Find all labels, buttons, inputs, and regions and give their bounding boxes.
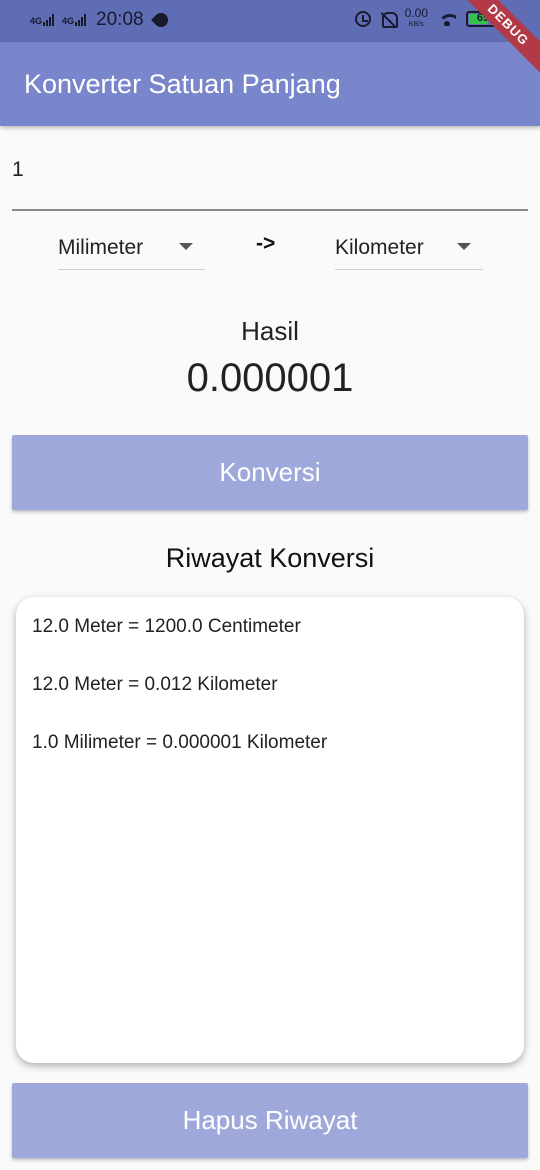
dropdown-arrow-icon	[179, 243, 193, 250]
status-bar: 4G 4G 20:08 0.00 KB/s 69	[0, 0, 540, 42]
history-item: 12.0 Meter = 0.012 Kilometer	[32, 674, 278, 695]
network-type-label: 4G	[30, 16, 43, 26]
length-input[interactable]	[12, 158, 528, 182]
dropdown-arrow-icon	[457, 243, 471, 250]
network-speed-value: 0.00	[404, 6, 428, 20]
from-unit-dropdown[interactable]: Milimeter	[58, 226, 205, 270]
app-title: Konverter Satuan Panjang	[24, 69, 341, 99]
alarm-icon	[354, 11, 371, 27]
to-unit-dropdown[interactable]: Kilometer	[335, 226, 483, 270]
app-bar: Konverter Satuan Panjang	[0, 42, 540, 126]
to-unit-label: Kilometer	[335, 235, 424, 259]
network-speed: 0.00 KB/s	[404, 6, 428, 30]
clear-history-button[interactable]: Hapus Riwayat	[12, 1083, 528, 1158]
wifi-icon	[438, 12, 456, 26]
status-time: 20:08	[96, 9, 144, 30]
history-title: Riwayat Konversi	[165, 543, 375, 573]
convert-button[interactable]: Konversi	[12, 435, 528, 510]
cell-signal-icon-1: 4G	[30, 14, 55, 26]
length-input-container	[12, 140, 528, 211]
network-speed-unit: KB/s	[408, 21, 424, 28]
cell-signal-icon-2: 4G	[62, 14, 87, 26]
history-item: 12.0 Meter = 1200.0 Centimeter	[32, 616, 301, 637]
status-bar-left: 4G 4G 20:08	[30, 9, 171, 31]
history-item: 1.0 Milimeter = 0.000001 Kilometer	[32, 732, 328, 753]
network-type-label: 4G	[62, 16, 75, 26]
leaf-icon	[150, 10, 171, 30]
bell-off-icon	[381, 11, 398, 28]
history-list: 12.0 Meter = 1200.0 Centimeter 12.0 Mete…	[16, 597, 524, 1063]
result-label: Hasil	[241, 316, 299, 346]
conversion-arrow: ->	[256, 232, 276, 255]
from-unit-label: Milimeter	[58, 235, 144, 259]
result-value: 0.000001	[186, 356, 354, 400]
